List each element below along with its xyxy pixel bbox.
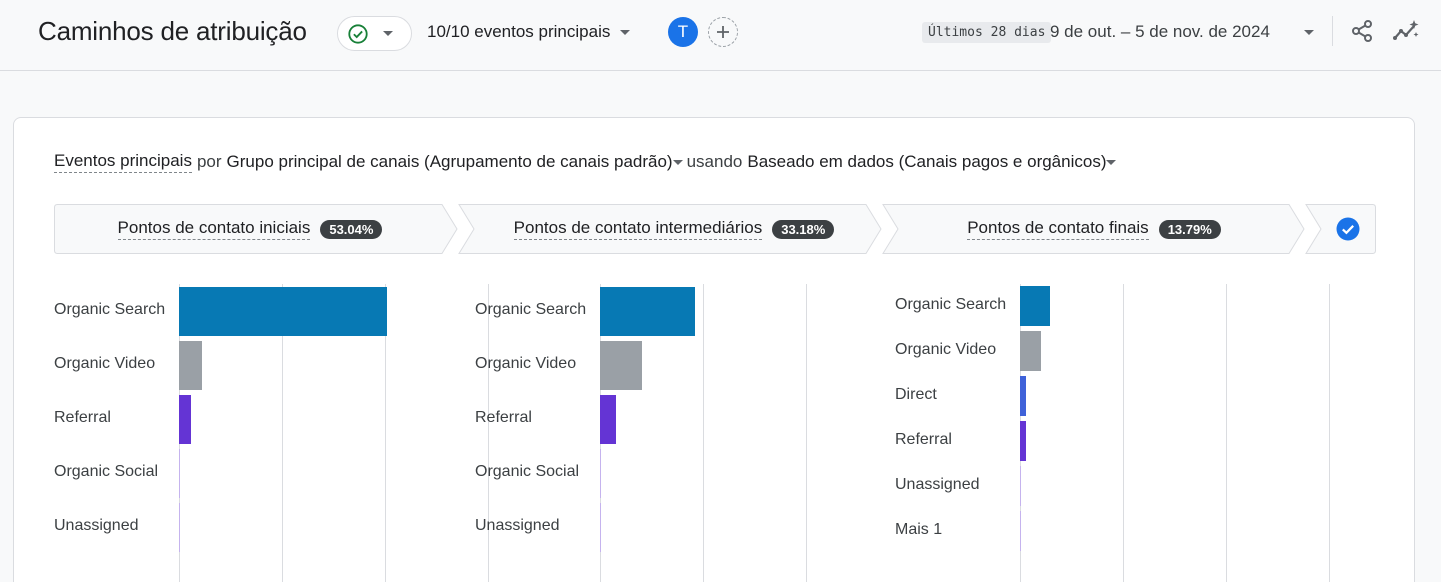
bar-mais-1[interactable] [1020, 511, 1021, 551]
date-range-selector[interactable]: 9 de out. – 5 de nov. de 2024 [1050, 22, 1270, 42]
category-label: Unassigned [475, 517, 560, 534]
add-comparison-button[interactable] [708, 17, 738, 47]
category-label: Organic Social [54, 463, 159, 480]
category-label: Organic Search [54, 301, 166, 318]
using-label: usando [686, 152, 743, 171]
percent-badge: 33.18% [772, 219, 835, 239]
chevron-down-icon [620, 29, 631, 35]
bar-organic-video[interactable] [179, 340, 202, 390]
step-final[interactable]: Pontos de contato finais 13.79% [894, 204, 1294, 254]
step-intermediate[interactable]: Pontos de contato intermediários 33.18% [469, 204, 879, 254]
step-conversion[interactable] [1319, 204, 1376, 254]
gridline [806, 284, 807, 582]
category-label: Mais 1 [895, 521, 943, 538]
category-label: Organic Video [895, 341, 997, 358]
bar-organic-search[interactable] [1020, 286, 1050, 326]
step-label: Pontos de contato intermediários [513, 218, 763, 240]
category-label: Organic Video [54, 355, 156, 372]
bar-organic-video[interactable] [1020, 331, 1041, 371]
chart-final-touchpoints: Organic Search Organic Video Direct Referra… [895, 284, 1330, 582]
page-title: Caminhos de atribuição [38, 16, 307, 46]
status-chip[interactable] [337, 16, 412, 51]
percent-badge: 13.79% [1158, 219, 1221, 239]
bar-referral[interactable] [179, 394, 191, 444]
avatar[interactable]: T [668, 17, 698, 47]
category-label: Unassigned [895, 476, 980, 493]
step-label: Pontos de contato finais [967, 218, 1149, 240]
category-label: Referral [475, 409, 532, 426]
bar-unassigned[interactable] [600, 502, 601, 552]
step-label: Pontos de contato iniciais [117, 218, 311, 240]
share-icon[interactable] [1350, 19, 1374, 43]
bar-organic-social[interactable] [179, 448, 180, 498]
chevron-down-icon[interactable] [1106, 159, 1117, 165]
bar-unassigned[interactable] [1020, 466, 1021, 506]
check-circle-filled-icon [1336, 217, 1359, 241]
category-label: Direct [895, 386, 937, 403]
metric-selector[interactable]: Eventos principais [54, 151, 192, 173]
gridline [1226, 284, 1227, 582]
gridline [1123, 284, 1124, 582]
bar-organic-video[interactable] [600, 340, 642, 390]
gridline [1329, 284, 1330, 582]
bar-direct[interactable] [1020, 376, 1026, 416]
category-label: Referral [895, 431, 952, 448]
insights-icon[interactable] [1392, 18, 1420, 46]
bar-organic-search[interactable] [600, 286, 695, 336]
category-label: Referral [54, 409, 111, 426]
chevron-down-icon [383, 31, 393, 36]
date-preset-badge: Últimos 28 dias [922, 22, 1052, 43]
category-label: Organic Search [895, 296, 1007, 313]
category-label: Organic Social [475, 463, 580, 480]
category-label: Organic Search [475, 301, 587, 318]
chevron-down-icon[interactable] [1304, 30, 1314, 35]
events-dropdown[interactable]: 10/10 eventos principais [427, 22, 631, 42]
bar-referral[interactable] [600, 394, 616, 444]
percent-badge: 53.04% [320, 219, 383, 239]
model-selector[interactable]: Baseado em dados (Canais pagos e orgânic… [747, 152, 1106, 172]
events-dropdown-label: 10/10 eventos principais [427, 22, 611, 41]
page-header: Caminhos de atribuição 10/10 eventos pri… [0, 0, 1441, 71]
plus-icon [717, 26, 729, 38]
category-label: Organic Video [475, 355, 577, 372]
touchpoint-steps: Pontos de contato iniciais 53.04% Pontos… [54, 204, 1376, 254]
bar-organic-social[interactable] [600, 448, 601, 498]
gridline [703, 284, 704, 582]
check-circle-icon [348, 23, 368, 44]
chevron-down-icon[interactable] [672, 159, 683, 165]
header-divider [1332, 16, 1333, 46]
attribution-paths-card: Eventos principais por Grupo principal d… [13, 117, 1415, 582]
bar-unassigned[interactable] [179, 502, 180, 552]
dimension-selector[interactable]: Grupo principal de canais (Agrupamento d… [227, 152, 673, 172]
bar-referral[interactable] [1020, 421, 1026, 461]
chart-intermediate-touchpoints: Organic Search Organic Video Referral Organ… [475, 284, 855, 582]
category-label: Unassigned [54, 517, 139, 534]
chart-initial-touchpoints: Organic Search Organic Video Referral Organ… [54, 284, 489, 582]
step-initial[interactable]: Pontos de contato iniciais 53.04% [54, 204, 446, 254]
filter-line: Eventos principais por Grupo principal d… [54, 151, 1118, 173]
bar-organic-search[interactable] [179, 286, 387, 336]
by-label: por [196, 152, 222, 171]
